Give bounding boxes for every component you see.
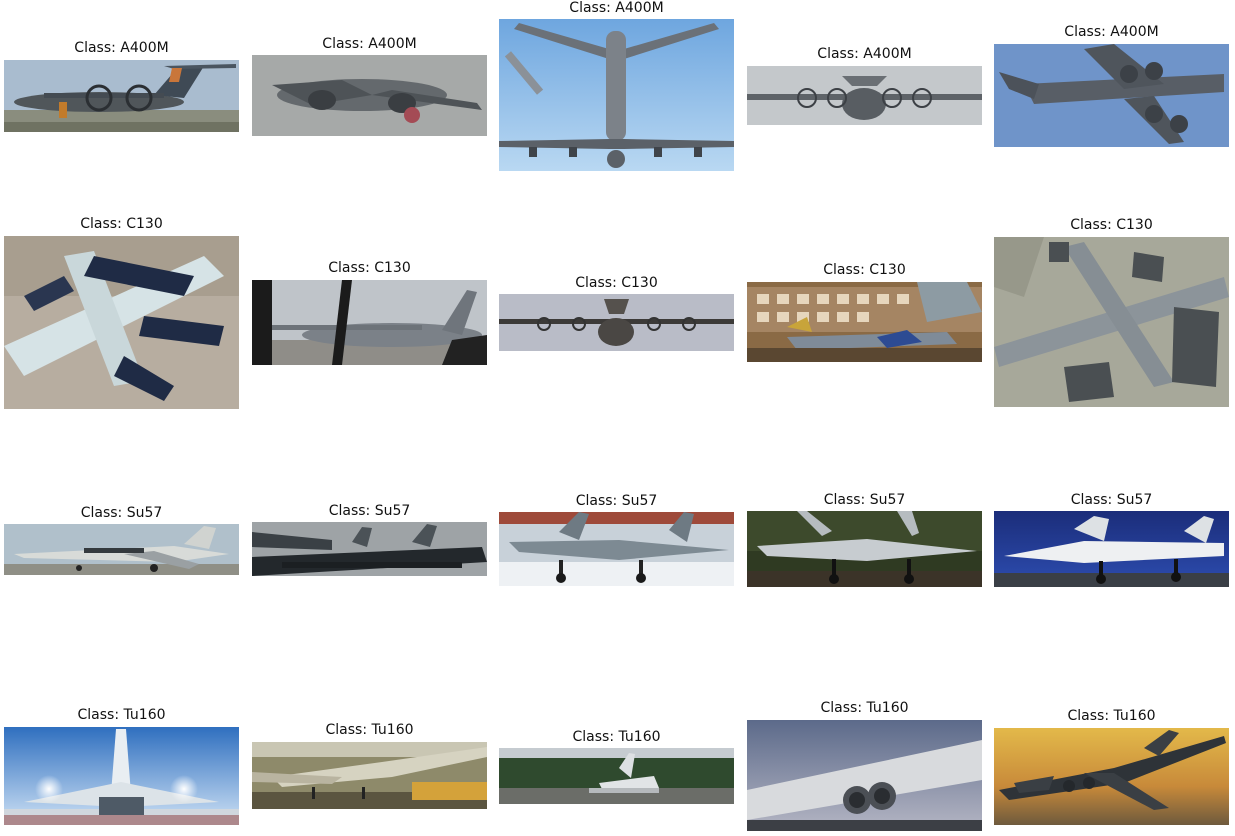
aircraft-photo [499, 19, 734, 171]
class-caption: Class: Su57 [328, 503, 411, 519]
class-caption: Class: Tu160 [1067, 708, 1156, 724]
class-caption: Class: Tu160 [820, 700, 909, 716]
class-caption: Class: A400M [1064, 24, 1159, 40]
thumbnail-card: Class: Su57 [4, 505, 239, 575]
class-caption: Class: C130 [575, 275, 658, 291]
aircraft-photo [4, 524, 239, 575]
aircraft-photo [994, 237, 1229, 407]
aircraft-photo [4, 236, 239, 409]
aircraft-photo [4, 60, 239, 132]
class-caption: Class: Tu160 [77, 707, 166, 723]
aircraft-photo [252, 280, 487, 365]
class-caption: Class: Su57 [823, 492, 906, 508]
thumbnail-card: Class: Tu160 [994, 708, 1229, 825]
aircraft-photo [499, 512, 734, 586]
aircraft-photo [747, 720, 982, 831]
aircraft-photo [252, 742, 487, 809]
class-caption: Class: A400M [817, 46, 912, 62]
aircraft-photo [747, 66, 982, 125]
thumbnail-card: Class: Su57 [994, 492, 1229, 587]
class-caption: Class: Tu160 [572, 729, 661, 745]
thumbnail-card: Class: A400M [994, 24, 1229, 147]
thumbnail-card: Class: C130 [499, 275, 734, 351]
thumbnail-card: Class: C130 [4, 216, 239, 409]
class-caption: Class: Tu160 [325, 722, 414, 738]
class-caption: Class: A400M [74, 40, 169, 56]
aircraft-photo [499, 748, 734, 804]
class-caption: Class: C130 [1070, 217, 1153, 233]
aircraft-photo [994, 44, 1229, 147]
thumbnail-card: Class: Su57 [499, 493, 734, 586]
aircraft-photo [252, 55, 487, 136]
thumbnail-card: Class: Su57 [252, 503, 487, 576]
aircraft-photo [252, 522, 487, 576]
class-caption: Class: A400M [322, 36, 417, 52]
thumbnail-card: Class: Tu160 [499, 729, 734, 804]
thumbnail-card: Class: A400M [4, 40, 239, 132]
aircraft-photo [994, 728, 1229, 825]
thumbnail-card: Class: A400M [252, 36, 487, 136]
thumbnail-card: Class: Tu160 [747, 700, 982, 831]
thumbnail-card: Class: Tu160 [4, 707, 239, 825]
aircraft-photo [747, 282, 982, 362]
aircraft-photo [4, 727, 239, 825]
class-caption: Class: A400M [569, 0, 664, 16]
thumbnail-card: Class: Tu160 [252, 722, 487, 809]
thumbnail-card: Class: Su57 [747, 492, 982, 587]
class-caption: Class: Su57 [1070, 492, 1153, 508]
thumbnail-card: Class: C130 [252, 260, 487, 365]
aircraft-photo [994, 511, 1229, 587]
thumbnail-card: Class: C130 [747, 262, 982, 362]
class-caption: Class: C130 [328, 260, 411, 276]
class-caption: Class: C130 [80, 216, 163, 232]
class-caption: Class: Su57 [575, 493, 658, 509]
class-caption: Class: C130 [823, 262, 906, 278]
thumbnail-card: Class: C130 [994, 217, 1229, 407]
thumbnail-card: Class: A400M [499, 0, 734, 171]
aircraft-photo [499, 294, 734, 351]
thumbnail-card: Class: A400M [747, 46, 982, 125]
aircraft-photo [747, 511, 982, 587]
class-caption: Class: Su57 [80, 505, 163, 521]
